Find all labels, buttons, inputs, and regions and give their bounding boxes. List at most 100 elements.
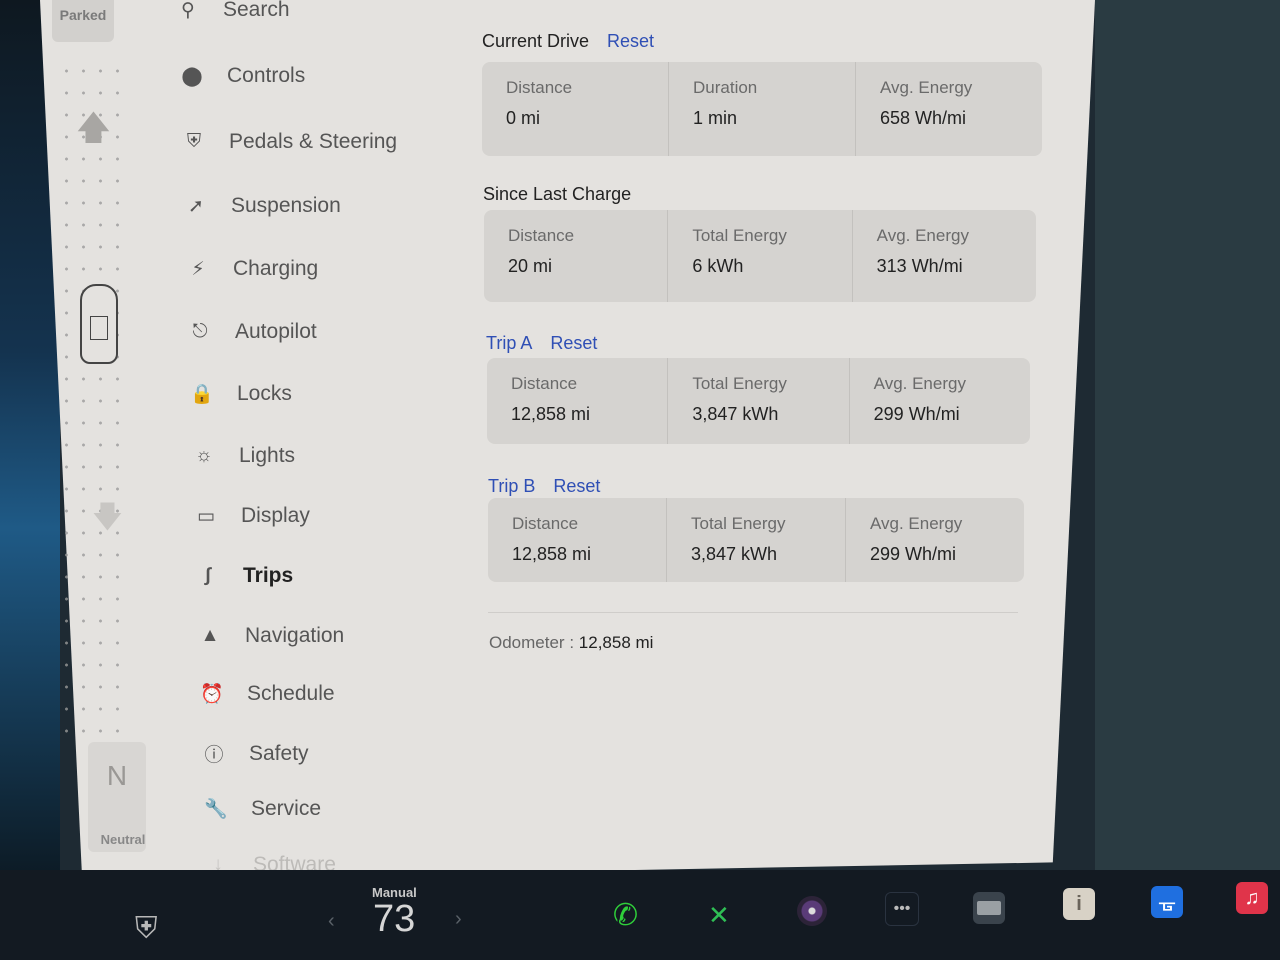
menu-item-controls[interactable]: ⬤ Controls [179, 64, 305, 88]
menu-item-safety[interactable]: ⓘ Safety [201, 740, 309, 767]
since-last-charge-card: Distance 20 mi Total Energy 6 kWh Avg. Ene… [484, 210, 1036, 302]
drive-up-arrow-icon[interactable]: 🡅 [76, 104, 111, 161]
trip-b-header: Trip B Reset [488, 476, 600, 497]
toybox-icon[interactable]: ✕ [708, 900, 730, 931]
stat-cell: Distance 0 mi [482, 62, 669, 156]
odometer-label: Odometer [489, 633, 565, 652]
stat-value: 299 Wh/mi [873, 404, 960, 424]
menu-item-label: Trips [243, 564, 294, 587]
stat-cell: Total Energy 6 kWh [668, 210, 853, 302]
menu-item-label: Service [251, 797, 322, 820]
steering-wheel-icon: ⎋ [192, 321, 208, 342]
sun-icon: ☼ [195, 445, 213, 466]
menu-item-locks[interactable]: 🔒 Locks [189, 382, 292, 406]
stat-cell: Duration 1 min [669, 62, 856, 156]
current-drive-header: Current Drive Reset [482, 31, 654, 52]
stat-cell: Avg. Energy 658 Wh/mi [856, 62, 1042, 156]
trip-b-card: Distance 12,858 mi Total Energy 3,847 kWh … [488, 498, 1024, 582]
section-title: Current Drive [482, 31, 590, 51]
screen-bezel-right [1095, 0, 1280, 870]
stat-cell: Distance 12,858 mi [488, 498, 667, 582]
current-drive-card: Distance 0 mi Duration 1 min Avg. Energy 65… [482, 62, 1042, 156]
divider [488, 612, 1018, 613]
search-icon: ⚲ [181, 0, 195, 21]
suspension-icon: ➚ [188, 195, 204, 217]
stat-value: 12,858 mi [512, 544, 592, 564]
trip-a-header: Trip A Reset [486, 333, 597, 354]
menu-item-label: Autopilot [235, 320, 317, 343]
trip-a-card: Distance 12,858 mi Total Energy 3,847 kWh … [487, 358, 1030, 444]
menu-item-service[interactable]: 🔧 Service [203, 797, 321, 821]
odometer-value: 12,858 mi [578, 633, 654, 652]
dashcam-icon[interactable] [973, 892, 1005, 924]
stat-label: Distance [512, 514, 579, 533]
car-icon: ⛨ [186, 131, 202, 152]
since-last-charge-header: Since Last Charge [483, 184, 631, 205]
manual-icon[interactable]: i [1063, 888, 1095, 920]
temp-decrease-chevron-icon[interactable]: ‹ [328, 910, 335, 933]
section-title: Trip A [486, 333, 533, 353]
camera-icon[interactable] [797, 896, 827, 926]
stat-cell: Avg. Energy 299 Wh/mi [850, 358, 1030, 444]
safety-icon: ⓘ [204, 745, 224, 766]
stat-value: 6 kWh [692, 256, 744, 276]
drive-down-arrow-icon[interactable]: 🡇 [92, 495, 123, 546]
trips-icon: ∫ [205, 565, 211, 586]
menu-item-charging[interactable]: ⚡ Charging [185, 257, 318, 281]
display-icon: ▭ [197, 505, 215, 527]
gear-selector-neutral[interactable]: N Neutral [88, 742, 146, 852]
menu-item-label: Search [223, 0, 290, 21]
menu-item-pedals-steering[interactable]: ⛨ Pedals & Steering [181, 130, 397, 154]
stat-value: 1 min [693, 108, 738, 128]
stat-label: Duration [693, 78, 758, 97]
menu-item-label: Locks [237, 382, 292, 405]
music-icon[interactable]: ♫ [1236, 882, 1268, 914]
menu-item-label: Display [241, 504, 310, 527]
drive-rail-dots [58, 60, 128, 740]
stat-cell: Avg. Energy 313 Wh/mi [853, 210, 1036, 302]
menu-item-label: Pedals & Steering [229, 130, 398, 153]
stat-value: 20 mi [508, 256, 553, 276]
temperature-value[interactable]: 73 [373, 898, 415, 941]
stat-value: 0 mi [506, 108, 541, 128]
menu-item-label: Safety [249, 741, 309, 765]
menu-item-lights[interactable]: ☼ Lights [191, 444, 295, 468]
stat-cell: Total Energy 3,847 kWh [667, 498, 846, 582]
stat-label: Distance [511, 374, 578, 393]
stat-label: Avg. Energy [873, 374, 966, 393]
phone-icon[interactable]: ✆ [613, 898, 638, 933]
temp-increase-chevron-icon[interactable]: › [455, 908, 462, 931]
odometer: Odometer : 12,858 mi [489, 633, 653, 653]
menu-item-label: Controls [227, 64, 306, 87]
stat-label: Distance [506, 78, 573, 97]
bluetooth-icon[interactable]: ᚗ [1151, 886, 1183, 918]
stat-cell: Total Energy 3,847 kWh [668, 358, 850, 444]
menu-item-schedule[interactable]: ⏰ Schedule [199, 682, 334, 706]
gear-indicator-parked[interactable]: Parked [52, 0, 114, 42]
stat-value: 658 Wh/mi [880, 108, 967, 128]
stat-value: 3,847 kWh [692, 404, 779, 424]
trip-b-reset-button[interactable]: Reset [553, 476, 600, 496]
stat-value: 299 Wh/mi [870, 544, 957, 564]
stat-value: 313 Wh/mi [876, 256, 963, 276]
more-icon[interactable]: ••• [885, 892, 919, 926]
menu-item-label: Navigation [245, 624, 345, 647]
menu-item-trips[interactable]: ∫ Trips [195, 564, 293, 588]
car-icon[interactable]: ⛨ [135, 912, 158, 946]
menu-item-display[interactable]: ▭ Display [193, 504, 310, 528]
stat-cell: Distance 20 mi [484, 210, 669, 302]
navigation-arrow-icon: ▲ [200, 625, 220, 646]
menu-item-suspension[interactable]: ➚ Suspension [183, 194, 341, 218]
trip-a-reset-button[interactable]: Reset [550, 333, 597, 353]
odometer-separator: : [569, 633, 575, 652]
menu-item-label: Charging [233, 257, 319, 280]
section-title: Trip B [488, 476, 536, 496]
menu-item-autopilot[interactable]: ⎋ Autopilot [187, 320, 317, 344]
menu-item-navigation[interactable]: ▲ Navigation [197, 624, 345, 648]
current-drive-reset-button[interactable]: Reset [607, 31, 654, 51]
wrench-icon: 🔧 [204, 799, 228, 820]
stat-value: 12,858 mi [511, 404, 591, 424]
stat-label: Avg. Energy [870, 514, 963, 533]
menu-item-search[interactable]: ⚲ Search [175, 0, 290, 22]
bottom-dock: ⛨ Manual ‹ 73 › ✆ ✕ ••• i ᚗ ♫ [0, 870, 1280, 960]
